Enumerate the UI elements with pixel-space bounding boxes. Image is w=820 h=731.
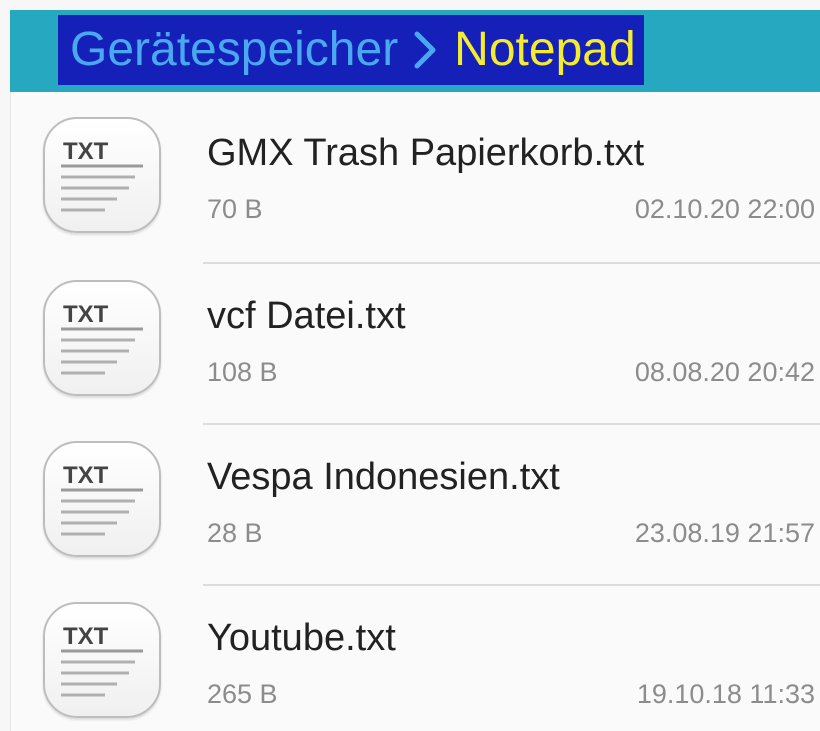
file-size: 28 B [207, 518, 263, 548]
header-bar: Gerätespeicher Notepad [10, 10, 820, 92]
file-date: 02.10.20 22:00 [634, 194, 815, 224]
file-name: Youtube.txt [207, 617, 396, 659]
list-item[interactable]: TXT vcf Datei.txt 108 B 08.08.20 20:42 [11, 255, 820, 415]
breadcrumb-current: Notepad [454, 23, 636, 76]
file-list: TXT GMX Trash Papierkorb.txt 70 B 02.10.… [10, 92, 820, 731]
txt-icon-label: TXT [63, 462, 109, 489]
breadcrumb-root[interactable]: Gerätespeicher [70, 15, 398, 85]
txt-icon-label: TXT [63, 301, 109, 328]
file-size: 108 B [207, 357, 278, 387]
txt-file-icon: TXT [43, 117, 161, 233]
file-name: Vespa Indonesien.txt [207, 456, 560, 498]
txt-file-icon: TXT [43, 280, 161, 396]
file-date: 23.08.19 21:57 [634, 518, 815, 548]
txt-icon-label: TXT [63, 623, 109, 650]
list-item[interactable]: TXT Vespa Indonesien.txt 28 B 23.08.19 2… [11, 416, 820, 576]
list-item[interactable]: TXT GMX Trash Papierkorb.txt 70 B 02.10.… [11, 92, 820, 252]
file-name: vcf Datei.txt [207, 295, 406, 337]
file-date: 19.10.18 11:33 [636, 679, 815, 709]
txt-file-icon: TXT [43, 441, 161, 557]
breadcrumb: Gerätespeicher Notepad [58, 15, 644, 85]
txt-icon-label: TXT [63, 138, 109, 165]
txt-file-icon: TXT [43, 602, 161, 718]
list-item[interactable]: TXT Youtube.txt 265 B 19.10.18 11:33 [11, 577, 820, 731]
file-manager-screen: Gerätespeicher Notepad TXT GMX Trash Pap… [0, 0, 820, 731]
file-size: 70 B [207, 194, 263, 224]
file-size: 265 B [207, 679, 278, 709]
file-date: 08.08.20 20:42 [634, 357, 815, 387]
chevron-right-icon [412, 30, 438, 70]
file-name: GMX Trash Papierkorb.txt [207, 132, 645, 174]
